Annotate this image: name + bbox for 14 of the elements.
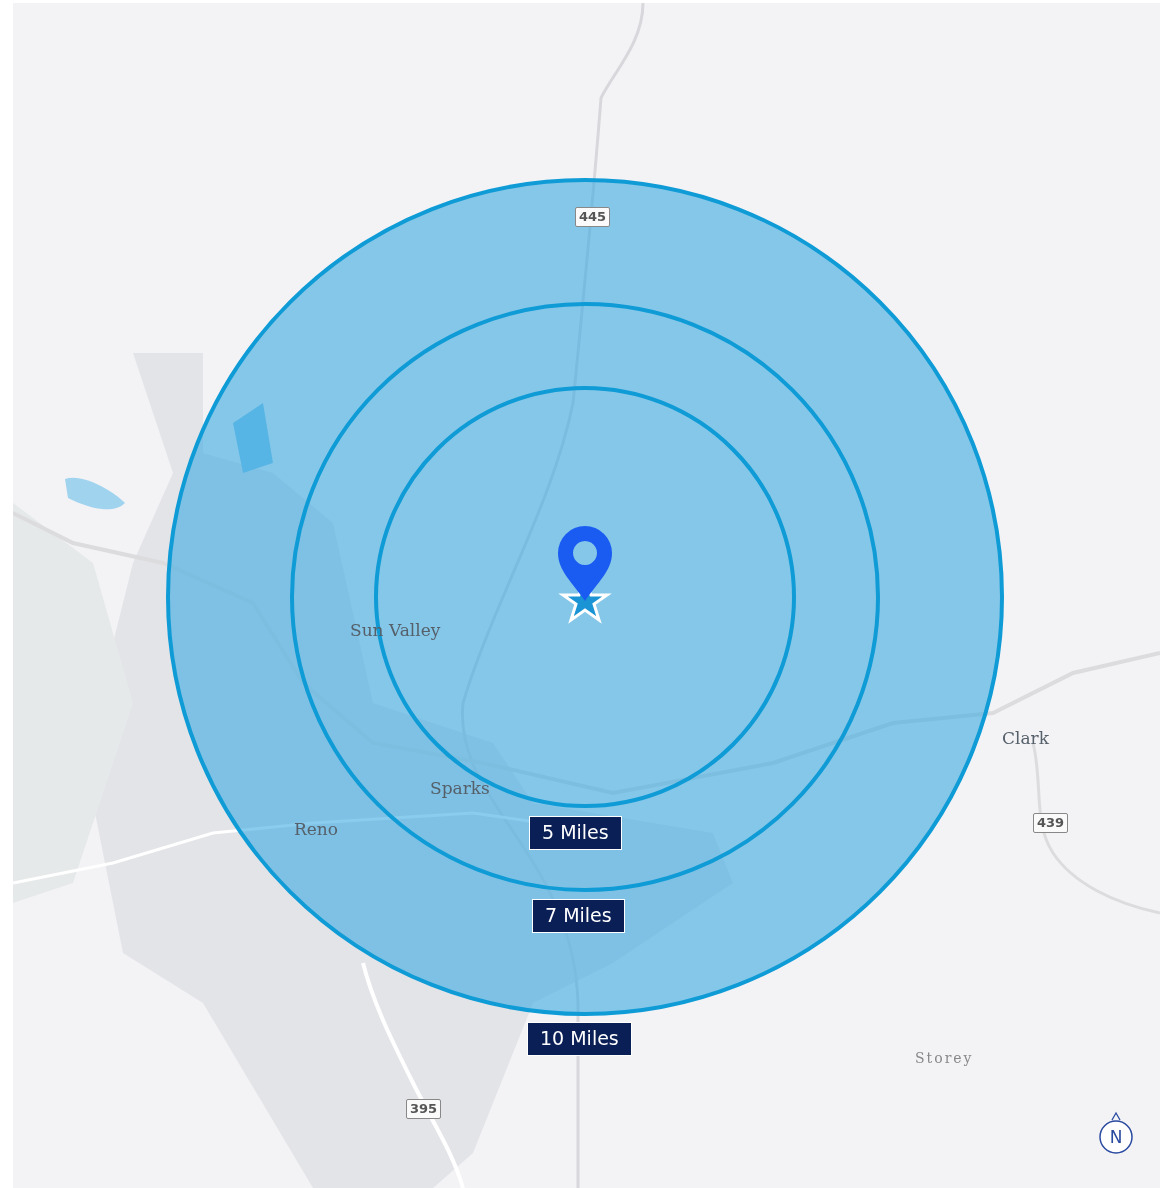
lake xyxy=(65,477,125,510)
highway-shield: 439 xyxy=(1033,813,1069,833)
place-label: Storey xyxy=(915,1051,974,1065)
radius-label: 7 Miles xyxy=(532,899,625,933)
highway-shield: 395 xyxy=(406,1099,442,1119)
radius-label: 5 Miles xyxy=(529,816,622,850)
radius-label: 10 Miles xyxy=(527,1022,632,1056)
place-label: Sparks xyxy=(430,780,490,797)
compass-label: N xyxy=(1109,1127,1123,1147)
highway-shield: 445 xyxy=(575,207,611,227)
lake xyxy=(233,403,273,473)
place-label: Clark xyxy=(1002,730,1049,747)
location-pin-icon xyxy=(558,526,612,601)
place-label: Reno xyxy=(294,821,339,838)
